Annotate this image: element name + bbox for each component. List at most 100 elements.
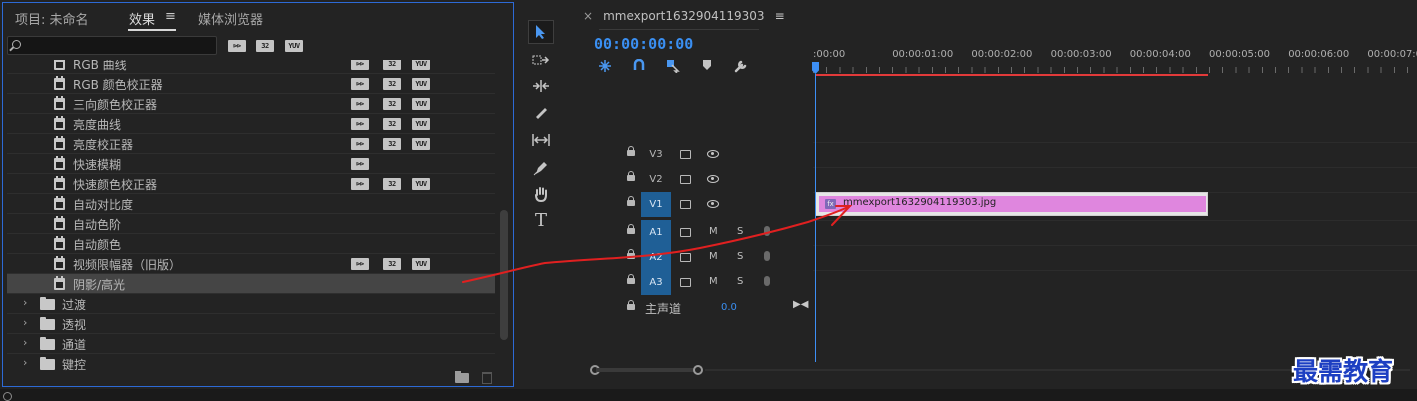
folder-label: 通道 <box>62 338 87 352</box>
track-target[interactable]: A3 <box>641 270 671 295</box>
lock-icon[interactable] <box>627 196 635 206</box>
zoom-bar[interactable] <box>596 368 695 372</box>
selection-tool[interactable] <box>528 20 554 44</box>
sync-lock-icon[interactable] <box>680 253 691 262</box>
tab-effects[interactable]: 效果 <box>129 9 155 28</box>
solo-button[interactable]: S <box>737 226 743 237</box>
track-lane[interactable] <box>813 142 1417 167</box>
sync-lock-icon[interactable] <box>680 200 691 209</box>
master-volume[interactable]: 0.0 <box>721 302 737 313</box>
sync-lock-icon[interactable] <box>680 175 691 184</box>
32bit-filter-button[interactable]: 32 <box>256 40 274 52</box>
effect-item[interactable]: 自动对比度 <box>7 194 495 214</box>
effect-folder[interactable]: › 透视 <box>7 314 495 334</box>
type-tool[interactable]: T <box>528 208 554 232</box>
go-to-end-icon[interactable]: ▶◀ <box>793 299 808 310</box>
track-target[interactable]: V1 <box>641 192 671 217</box>
hand-tool[interactable] <box>528 182 554 206</box>
effect-item[interactable]: 亮度曲线 ⊳⊳ 32 YUV <box>7 114 495 134</box>
playhead-timecode[interactable]: 00:00:00:00 <box>594 35 693 53</box>
yuv-badge: YUV <box>412 118 430 130</box>
video-track: V2 <box>575 167 1417 192</box>
nest-toggle-button[interactable] <box>596 59 614 75</box>
track-select-tool[interactable] <box>528 48 554 72</box>
pen-tool[interactable] <box>528 156 554 180</box>
time-ruler[interactable]: :00:00 00:00:01:00 00:00:02:00 00:00:03:00 0… <box>813 44 1417 76</box>
effect-item[interactable]: 自动颜色 <box>7 234 495 254</box>
timeline-settings-button[interactable] <box>732 59 750 75</box>
track-target[interactable]: V3 <box>641 142 671 167</box>
search-box[interactable] <box>7 36 217 55</box>
close-icon[interactable]: × <box>583 9 593 23</box>
track-lane[interactable] <box>813 245 1417 270</box>
eye-icon[interactable] <box>707 150 719 158</box>
track-lane[interactable] <box>813 270 1417 295</box>
chevron-right-icon[interactable]: › <box>23 296 27 309</box>
sync-lock-icon[interactable] <box>680 228 691 237</box>
search-input[interactable] <box>26 38 211 53</box>
chevron-right-icon[interactable]: › <box>23 316 27 329</box>
add-marker-button[interactable] <box>698 59 716 75</box>
effect-item[interactable]: 快速模糊 ⊳⊳ <box>7 154 495 174</box>
lock-icon[interactable] <box>627 171 635 181</box>
effect-item[interactable]: 自动色阶 <box>7 214 495 234</box>
new-bin-icon[interactable] <box>455 371 469 383</box>
slip-tool[interactable] <box>528 128 554 152</box>
effect-item[interactable]: 视频限幅器（旧版） ⊳⊳ 32 YUV <box>7 254 495 274</box>
ruler-label: 00:00:05:00 <box>1209 49 1271 60</box>
effect-item[interactable]: 亮度校正器 ⊳⊳ 32 YUV <box>7 134 495 154</box>
ripple-edit-tool[interactable] <box>528 74 554 98</box>
effects-scrollbar[interactable] <box>499 60 509 372</box>
eye-icon[interactable] <box>707 200 719 208</box>
microphone-icon[interactable] <box>764 226 770 236</box>
tab-project[interactable]: 项目: 未命名 <box>15 9 89 28</box>
zoom-handle-right[interactable] <box>693 365 703 375</box>
track-target[interactable]: V2 <box>641 167 671 192</box>
effect-item[interactable]: 阴影/高光 <box>7 274 495 294</box>
delete-icon[interactable] <box>482 372 492 384</box>
track-lane[interactable] <box>813 167 1417 192</box>
microphone-icon[interactable] <box>764 276 770 286</box>
solo-button[interactable]: S <box>737 251 743 262</box>
track-lane[interactable] <box>813 220 1417 245</box>
panel-menu-icon[interactable]: ≡ <box>165 9 176 24</box>
linked-selection-button[interactable] <box>664 59 682 75</box>
mute-button[interactable]: M <box>709 251 718 262</box>
mute-button[interactable]: M <box>709 276 718 287</box>
effect-folder[interactable]: › 通道 <box>7 334 495 354</box>
snap-button[interactable] <box>630 58 648 75</box>
effect-folder[interactable]: › 过渡 <box>7 294 495 314</box>
effect-icon <box>54 76 65 90</box>
tools-panel: T <box>523 8 559 393</box>
timeline-clip[interactable]: fx mmexport1632904119303.jpg <box>815 192 1208 216</box>
mute-button[interactable]: M <box>709 226 718 237</box>
track-target[interactable]: A1 <box>641 220 671 245</box>
solo-button[interactable]: S <box>737 276 743 287</box>
microphone-icon[interactable] <box>764 251 770 261</box>
lock-icon[interactable] <box>627 249 635 259</box>
sync-lock-icon[interactable] <box>680 150 691 159</box>
tab-media-browser[interactable]: 媒体浏览器 <box>198 9 263 28</box>
lock-icon[interactable] <box>627 146 635 156</box>
work-area-bar[interactable] <box>816 74 1208 76</box>
chevron-right-icon[interactable]: › <box>23 356 27 369</box>
effect-label: 自动色阶 <box>73 218 122 232</box>
zoom-scrollbar[interactable] <box>575 364 1417 376</box>
track-target[interactable]: A2 <box>641 245 671 270</box>
effect-item[interactable]: 快速颜色校正器 ⊳⊳ 32 YUV <box>7 174 495 194</box>
razor-tool[interactable] <box>528 100 554 124</box>
effect-item[interactable]: 三向颜色校正器 ⊳⊳ 32 YUV <box>7 94 495 114</box>
yuv-filter-button[interactable]: YUV <box>285 40 303 52</box>
effect-item[interactable]: RGB 颜色校正器 ⊳⊳ 32 YUV <box>7 74 495 94</box>
sync-lock-icon[interactable] <box>680 278 691 287</box>
sequence-menu-icon[interactable]: ≡ <box>775 9 785 23</box>
lock-icon[interactable] <box>627 274 635 284</box>
lock-icon[interactable] <box>627 224 635 234</box>
accelerated-filter-button[interactable]: ⊳⊳ <box>228 40 246 52</box>
lock-icon[interactable] <box>627 300 635 310</box>
sequence-tab[interactable]: × mmexport1632904119303 ≡ <box>583 9 785 23</box>
chevron-right-icon[interactable]: › <box>23 336 27 349</box>
effect-item[interactable]: RGB 曲线 ⊳⊳ 32 YUV <box>7 60 495 74</box>
eye-icon[interactable] <box>707 175 719 183</box>
scroll-thumb[interactable] <box>500 210 508 340</box>
